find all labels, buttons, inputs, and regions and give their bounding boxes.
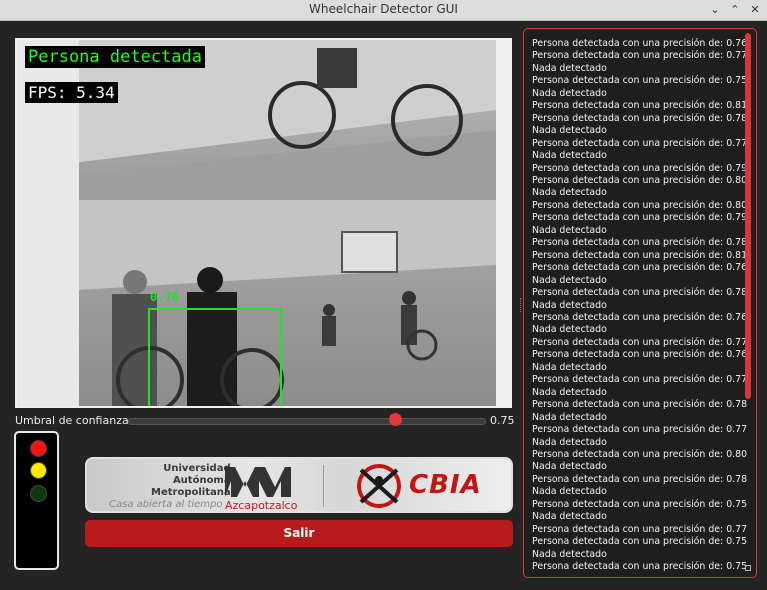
log-line: Persona detectada con una precisión de: … bbox=[532, 536, 748, 548]
log-line: Persona detectada con una precisión de: … bbox=[532, 38, 748, 49]
lab-name: CBIA bbox=[409, 470, 482, 500]
log-line: Persona detectada con una precisión de: … bbox=[532, 448, 748, 460]
institution-logo-banner: Universidad Autónoma Metropolitana Casa … bbox=[85, 457, 513, 513]
log-line: Persona detectada con una precisión de: … bbox=[532, 424, 748, 436]
log-line: Persona detectada con una precisión de: … bbox=[532, 212, 748, 224]
university-motto: Casa abierta al tiempo bbox=[109, 499, 223, 510]
log-line: Persona detectada con una precisión de: … bbox=[532, 50, 748, 62]
university-name: Universidad Autónoma Metropolitana bbox=[151, 463, 231, 498]
log-line: Persona detectada con una precisión de: … bbox=[532, 249, 748, 261]
uam-logo-icon bbox=[225, 467, 291, 497]
log-line: Nada detectado bbox=[532, 324, 607, 336]
log-line: Nada detectado bbox=[532, 436, 607, 448]
log-line: Persona detectada con una precisión de: … bbox=[532, 174, 748, 186]
log-line: Nada detectado bbox=[532, 62, 607, 74]
campus-name: Azcapotzalco bbox=[225, 499, 298, 512]
log-line: Nada detectado bbox=[532, 299, 607, 311]
log-line: Nada detectado bbox=[532, 386, 607, 398]
detection-log-list: Persona detectada con una precisión de: … bbox=[532, 38, 748, 573]
chevron-down-icon[interactable]: ⌄ bbox=[707, 2, 723, 18]
camera-frame: Persona detectada FPS: 5.34 0.76 bbox=[17, 40, 496, 406]
log-line: Persona detectada con una precisión de: … bbox=[532, 112, 748, 124]
log-line: Persona detectada con una precisión de: … bbox=[532, 262, 748, 274]
log-line: Persona detectada con una precisión de: … bbox=[532, 287, 748, 299]
chevron-up-icon[interactable]: ⌃ bbox=[727, 2, 743, 18]
log-line: Nada detectado bbox=[532, 87, 607, 99]
log-line: Nada detectado bbox=[532, 224, 607, 236]
log-line: Nada detectado bbox=[532, 274, 607, 286]
cbia-emblem-icon bbox=[357, 464, 401, 508]
log-scrollbar-thumb[interactable] bbox=[745, 33, 751, 399]
log-line: Nada detectado bbox=[532, 511, 607, 523]
detection-status-overlay: Persona detectada bbox=[25, 46, 205, 68]
window-client: Persona detectada FPS: 5.34 0.76 Umbral … bbox=[0, 21, 767, 590]
logo-divider bbox=[323, 465, 324, 507]
log-line: Nada detectado bbox=[532, 461, 607, 473]
exit-button[interactable]: Salir bbox=[85, 520, 513, 547]
fps-overlay: FPS: 5.34 bbox=[25, 82, 118, 103]
log-line: Persona detectada con una precisión de: … bbox=[532, 336, 748, 348]
threshold-label: Umbral de confianza: bbox=[15, 414, 133, 427]
log-line: Nada detectado bbox=[532, 125, 607, 137]
log-line: Persona detectada con una precisión de: … bbox=[532, 399, 748, 411]
log-line: Nada detectado bbox=[532, 150, 607, 162]
title-bar: Wheelchair Detector GUI ⌄ ⌃ ✕ bbox=[0, 0, 767, 21]
green-light-icon bbox=[30, 485, 47, 502]
splitter-handle[interactable] bbox=[520, 298, 522, 312]
log-line: Persona detectada con una precisión de: … bbox=[532, 75, 748, 87]
yellow-light-icon bbox=[30, 462, 47, 479]
log-line: Persona detectada con una precisión de: … bbox=[532, 237, 748, 249]
detection-log-panel: Persona detectada con una precisión de: … bbox=[523, 28, 757, 578]
log-line: Persona detectada con una precisión de: … bbox=[532, 498, 748, 510]
detection-confidence-label: 0.76 bbox=[150, 290, 179, 304]
log-line: Nada detectado bbox=[532, 486, 607, 498]
log-line: Persona detectada con una precisión de: … bbox=[532, 100, 748, 112]
log-line: Persona detectada con una precisión de: … bbox=[532, 473, 748, 485]
log-line: Persona detectada con una precisión de: … bbox=[532, 349, 748, 361]
log-line: Persona detectada con una precisión de: … bbox=[532, 162, 748, 174]
log-line: Persona detectada con una precisión de: … bbox=[532, 199, 748, 211]
log-line: Persona detectada con una precisión de: … bbox=[532, 561, 748, 573]
log-line: Nada detectado bbox=[532, 361, 607, 373]
log-line: Nada detectado bbox=[532, 187, 607, 199]
log-line: Persona detectada con una precisión de: … bbox=[532, 311, 748, 323]
close-icon[interactable]: ✕ bbox=[747, 2, 763, 18]
detection-bounding-box bbox=[148, 308, 282, 406]
window-title: Wheelchair Detector GUI bbox=[309, 2, 458, 16]
log-line: Persona detectada con una precisión de: … bbox=[532, 523, 748, 535]
camera-feed: Persona detectada FPS: 5.34 0.76 bbox=[15, 38, 512, 408]
log-size-grip[interactable] bbox=[745, 565, 751, 571]
traffic-light bbox=[14, 431, 59, 570]
threshold-slider-track[interactable] bbox=[128, 418, 486, 425]
threshold-value: 0.75 bbox=[490, 414, 515, 427]
log-line: Persona detectada con una precisión de: … bbox=[532, 137, 748, 149]
red-light-icon bbox=[30, 440, 47, 457]
log-line: Nada detectado bbox=[532, 548, 607, 560]
log-line: Persona detectada con una precisión de: … bbox=[532, 374, 748, 386]
log-line: Nada detectado bbox=[532, 411, 607, 423]
